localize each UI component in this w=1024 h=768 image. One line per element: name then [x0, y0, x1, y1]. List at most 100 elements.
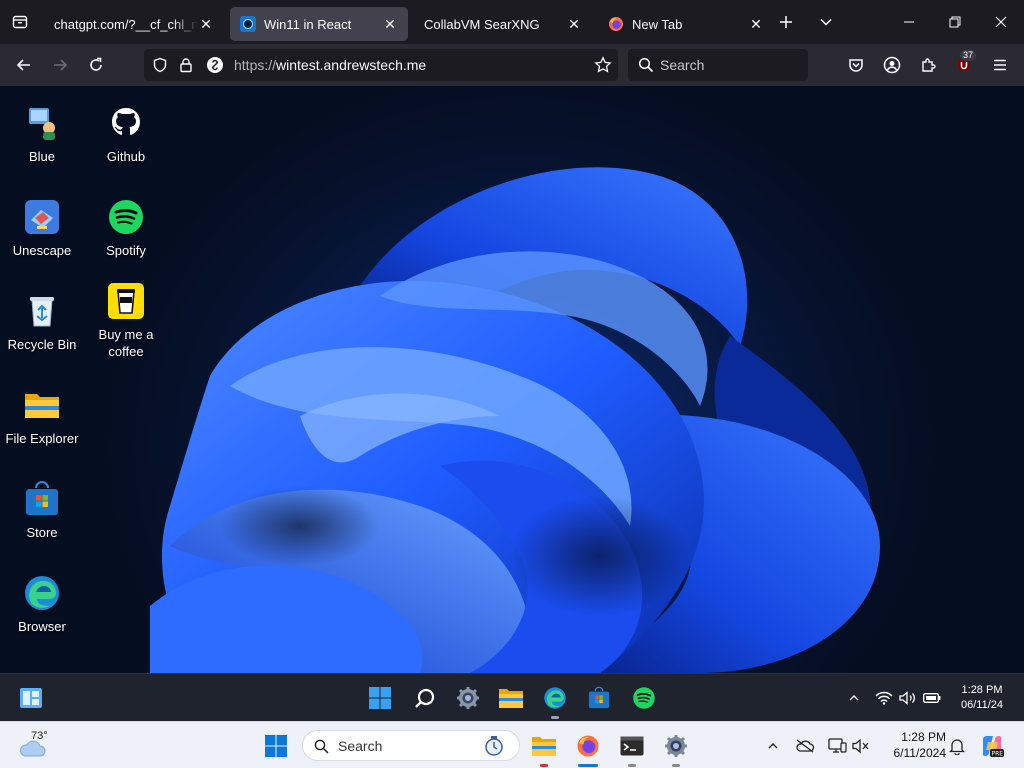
tab-new-tab[interactable]: New Tab ✕	[598, 7, 774, 41]
unescape-icon	[25, 200, 59, 234]
desktop-icon-github[interactable]: Github	[84, 104, 168, 165]
host-firefox-button[interactable]	[572, 730, 604, 762]
arrow-left-icon	[16, 59, 30, 71]
minimize-button[interactable]	[886, 0, 932, 44]
volume-icon	[899, 691, 915, 705]
bell-icon	[949, 739, 965, 755]
pocket-button[interactable]	[840, 49, 872, 81]
desktop-icon-buy-me-a-coffee[interactable]: Buy me a coffee	[84, 282, 168, 360]
taskbar-search-button[interactable]	[410, 683, 440, 713]
desktop-icon-recycle-bin[interactable]: Recycle Bin	[0, 292, 84, 353]
taskbar-settings-button[interactable]	[453, 683, 483, 713]
desktop-icon-label: Recycle Bin	[7, 337, 77, 352]
desktop-icon-browser[interactable]: Browser	[0, 574, 84, 635]
url-scheme: https://	[234, 57, 277, 73]
close-window-button[interactable]	[978, 0, 1024, 44]
desktop-icon-spotify[interactable]: Spotify	[84, 198, 168, 259]
running-indicator	[628, 764, 636, 767]
taskbar-store-button[interactable]	[584, 683, 614, 713]
coffee-icon	[108, 283, 144, 319]
tab-chatgpt[interactable]: chatgpt.com/?__cf_chl_rt_tk= ✕	[44, 7, 224, 41]
shield-icon[interactable]	[152, 57, 168, 73]
running-indicator	[540, 764, 548, 767]
reload-button[interactable]	[80, 49, 112, 81]
desktop-icon-label: Github	[106, 149, 146, 164]
host-terminal-button[interactable]	[616, 730, 648, 762]
desktop-icon-blue[interactable]: Blue	[0, 104, 84, 165]
site-permissions-icon[interactable]	[206, 56, 224, 74]
extensions-button[interactable]	[912, 49, 944, 81]
host-taskbar: 73° Search 1:28 PM 6/11/2024 PRE	[0, 721, 1024, 768]
chevron-up-icon	[768, 743, 778, 749]
host-file-explorer-button[interactable]	[528, 730, 560, 762]
search-icon	[415, 688, 435, 708]
host-time: 1:28 PM	[901, 730, 946, 744]
back-button[interactable]	[8, 49, 40, 81]
chevron-up-icon	[849, 695, 859, 701]
start-button[interactable]	[365, 683, 395, 713]
search-highlight-icon	[485, 736, 503, 756]
tab-collabvm-searxng[interactable]: CollabVM SearXNG ✕	[414, 7, 592, 41]
new-tab-button[interactable]	[770, 6, 802, 38]
taskbar-edge-button[interactable]	[540, 683, 570, 713]
wifi-icon	[875, 691, 893, 705]
close-tab-icon[interactable]: ✕	[748, 16, 764, 32]
host-start-button[interactable]	[260, 730, 292, 762]
arrow-right-icon	[54, 59, 68, 71]
close-tab-icon[interactable]: ✕	[566, 16, 582, 32]
win11-clock[interactable]: 1:28 PM 06/11/24	[952, 683, 1012, 713]
host-settings-button[interactable]	[660, 730, 692, 762]
desktop-icon-label: File Explorer	[5, 431, 79, 446]
win11-desktop[interactable]: Blue Github Unescape Spotify Recycle Bin…	[0, 86, 1024, 673]
pocket-icon	[849, 59, 863, 72]
win11-taskbar: 1:28 PM 06/11/24	[0, 673, 1024, 721]
search-bar[interactable]: Search	[628, 49, 808, 81]
forward-button[interactable]	[44, 49, 76, 81]
firefox-icon	[577, 735, 599, 757]
url-host: wintest.andrewstech.me	[276, 57, 427, 73]
tab-title: New Tab	[632, 16, 683, 32]
account-button[interactable]	[876, 49, 908, 81]
account-icon	[883, 56, 901, 74]
search-icon	[314, 739, 329, 754]
network-status[interactable]	[826, 735, 848, 757]
restore-button[interactable]	[932, 0, 978, 44]
firefox-icon	[609, 17, 623, 31]
desktop-icon-file-explorer[interactable]: File Explorer	[0, 386, 84, 447]
firefox-view-icon	[12, 15, 28, 29]
tab-win11-in-react[interactable]: Win11 in React ✕	[230, 7, 408, 41]
store-icon	[588, 686, 610, 709]
taskbar-spotify-button[interactable]	[629, 683, 659, 713]
win11-time: 1:28 PM	[961, 684, 1003, 696]
list-all-tabs-button[interactable]	[810, 6, 842, 38]
taskbar-file-explorer-button[interactable]	[496, 683, 526, 713]
notifications-button[interactable]	[946, 735, 968, 757]
close-tab-icon[interactable]: ✕	[382, 16, 398, 32]
volume-muted-status[interactable]	[850, 735, 872, 757]
windows-logo-icon	[369, 687, 391, 709]
svg-text:PRE: PRE	[992, 751, 1004, 758]
host-search-box[interactable]: Search	[302, 730, 520, 761]
edge-icon	[25, 576, 59, 610]
show-hidden-icons-button[interactable]	[840, 683, 868, 713]
settings-gear-icon	[457, 687, 479, 709]
url-bar[interactable]: https://wintest.andrewstech.me	[144, 49, 618, 81]
menu-button[interactable]	[984, 49, 1016, 81]
onedrive-status[interactable]	[794, 735, 816, 757]
host-clock[interactable]: 1:28 PM 6/11/2024	[880, 729, 947, 761]
close-tab-icon[interactable]: ✕	[198, 16, 214, 32]
puzzle-icon	[922, 58, 936, 72]
windows-logo-icon	[265, 735, 287, 757]
widgets-button[interactable]	[16, 683, 46, 713]
copilot-button[interactable]: PRE	[976, 730, 1008, 762]
host-show-hidden-icons[interactable]	[762, 735, 784, 757]
desktop-icon-unescape[interactable]: Unescape	[0, 198, 84, 259]
firefox-view-button[interactable]	[0, 0, 40, 44]
bookmark-star-icon[interactable]	[594, 56, 612, 74]
battery-status[interactable]	[918, 683, 946, 713]
win11-date: 06/11/24	[960, 699, 1003, 711]
lock-icon[interactable]	[178, 57, 194, 73]
recycle-bin-icon	[30, 297, 54, 327]
desktop-icon-store[interactable]: Store	[0, 480, 84, 541]
weather-temperature: 73°	[31, 730, 48, 742]
